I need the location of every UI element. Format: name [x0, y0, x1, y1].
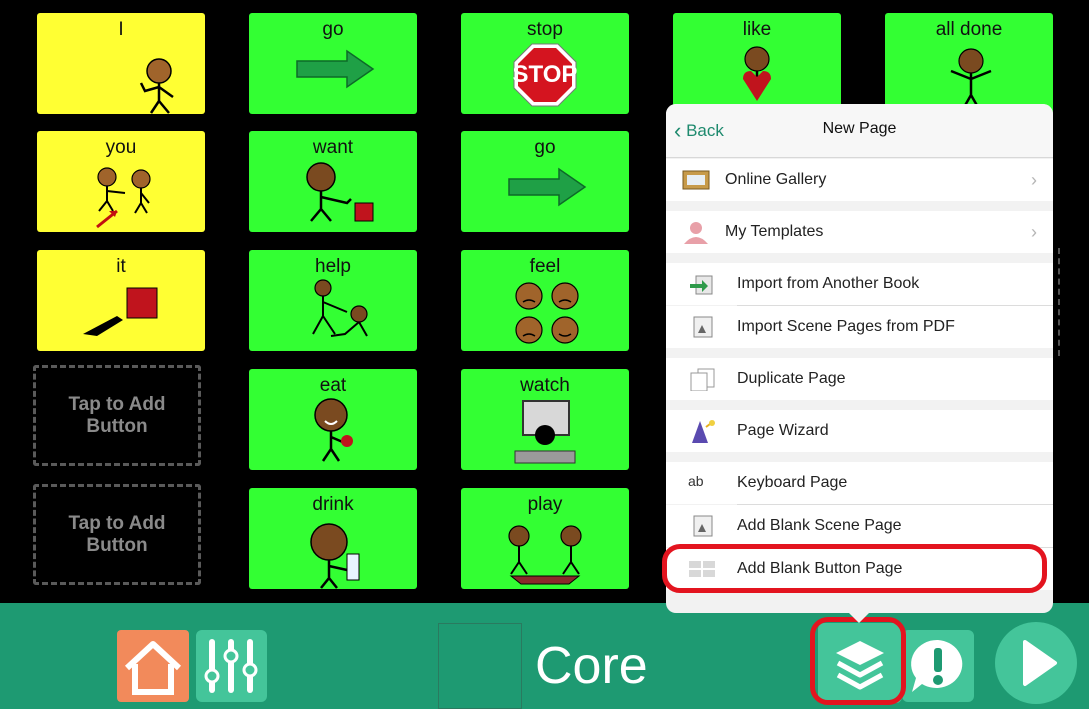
two-people-pointing-icon: [96, 167, 151, 229]
cell-you[interactable]: you: [37, 131, 205, 232]
two-people-playing-icon: [508, 525, 582, 585]
person-reaching-icon: [306, 162, 374, 222]
chevron-right-icon: ›: [1031, 170, 1037, 190]
duplicate-pages-icon: [690, 368, 715, 391]
menu-item-blank-scene-page[interactable]: Add Blank Scene Page: [666, 505, 1053, 547]
menu-item-duplicate-page[interactable]: Duplicate Page: [666, 358, 1053, 400]
cell-i[interactable]: I: [37, 13, 205, 114]
popover-title: New Page: [822, 120, 897, 137]
menu-item-label: Duplicate Page: [737, 370, 846, 387]
cell-drink[interactable]: drink: [249, 488, 417, 589]
blank-scene-icon: [693, 515, 713, 537]
menu-item-label: My Templates: [725, 223, 824, 240]
popover-header: ‹ Back New Page: [666, 104, 1053, 158]
bottom-toolbar: Core: [0, 603, 1089, 709]
helping-people-icon: [312, 279, 368, 337]
person-holding-heart-icon: [743, 46, 771, 101]
cell-eat[interactable]: eat: [249, 369, 417, 470]
speak-button[interactable]: [995, 622, 1077, 704]
page-title: Core: [535, 637, 648, 695]
home-icon: [124, 641, 182, 695]
keyboard-ab-icon: ab: [688, 473, 704, 489]
person-hands-up-icon: [950, 48, 992, 110]
cell-stop[interactable]: stop STOP: [461, 13, 629, 114]
cell-label: Tap to Add Button: [68, 512, 166, 556]
scene-pdf-icon: [693, 316, 713, 338]
person-pointing-self-icon: [139, 58, 174, 114]
cell-go-2[interactable]: go: [461, 131, 629, 232]
four-faces-icon: [515, 282, 579, 344]
settings-button[interactable]: [196, 630, 267, 702]
menu-item-import-book[interactable]: Import from Another Book: [666, 263, 1053, 305]
person-eating-icon: [314, 398, 353, 462]
cell-go[interactable]: go: [249, 13, 417, 114]
point-to-square-icon: [83, 287, 158, 336]
menu-item-import-scene-pdf[interactable]: Import Scene Pages from PDF: [666, 306, 1053, 348]
gallery-frame-icon: [682, 170, 710, 190]
play-icon: [1023, 640, 1057, 686]
highlight-blank-button-page: [662, 544, 1047, 593]
cell-all-done[interactable]: all done: [885, 13, 1053, 114]
cell-edge: [1053, 248, 1060, 356]
page-thumbnail[interactable]: [438, 623, 522, 709]
menu-item-label: Import from Another Book: [737, 275, 920, 292]
menu-item-label: Online Gallery: [725, 171, 827, 188]
cell-it[interactable]: it: [37, 250, 205, 351]
alert-button[interactable]: [902, 630, 974, 702]
cell-play[interactable]: play: [461, 488, 629, 589]
cell-empty[interactable]: Tap to Add Button: [33, 365, 201, 466]
stop-sign-text: STOP: [512, 61, 578, 88]
person-drinking-icon: [310, 523, 360, 589]
chevron-right-icon: ›: [1031, 222, 1037, 242]
home-button[interactable]: [117, 630, 189, 702]
menu-item-my-templates[interactable]: My Templates ›: [666, 211, 1053, 253]
menu-item-label: Page Wizard: [737, 422, 829, 439]
cell-empty[interactable]: Tap to Add Button: [33, 484, 201, 585]
menu-item-page-wizard[interactable]: Page Wizard: [666, 410, 1053, 452]
person-silhouette-icon: [684, 222, 708, 244]
cell-help[interactable]: help: [249, 250, 417, 351]
import-book-icon: [690, 275, 713, 295]
highlight-pages-button: [810, 617, 906, 705]
cell-feel[interactable]: feel: [461, 250, 629, 351]
cell-like[interactable]: like: [673, 13, 841, 114]
menu-item-keyboard-page[interactable]: ab Keyboard Page: [666, 462, 1053, 504]
alert-bubble-icon: [911, 639, 963, 692]
person-watching-tv-icon: [514, 400, 576, 464]
sliders-icon: [204, 639, 258, 693]
cell-label: Tap to Add Button: [68, 393, 166, 437]
menu-item-online-gallery[interactable]: Online Gallery ›: [666, 159, 1053, 201]
green-arrow-icon: [296, 49, 375, 89]
green-arrow-icon: [508, 167, 587, 207]
menu-item-label: Import Scene Pages from PDF: [737, 318, 955, 335]
menu-item-label: Add Blank Scene Page: [737, 517, 902, 534]
menu-item-label: Keyboard Page: [737, 474, 848, 491]
new-page-popover: ‹ Back New Page Online Gallery › My Temp…: [666, 104, 1053, 613]
cell-want[interactable]: want: [249, 131, 417, 232]
wizard-icon: [692, 420, 715, 443]
cell-watch[interactable]: watch: [461, 369, 629, 470]
